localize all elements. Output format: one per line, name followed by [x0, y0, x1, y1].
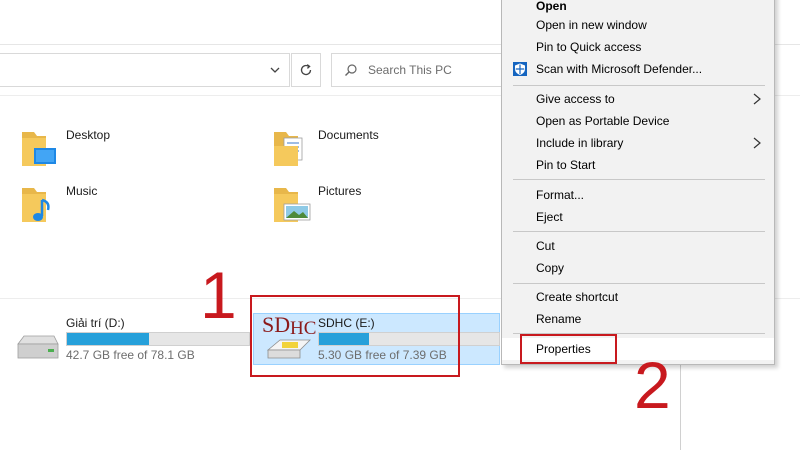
- menu-item-label: Cut: [536, 239, 555, 253]
- menu-item-label: Format...: [536, 188, 585, 202]
- pictures-folder-icon: [272, 182, 312, 228]
- music-folder-icon: [20, 182, 60, 228]
- chevron-down-icon[interactable]: [266, 60, 284, 80]
- search-icon: [345, 64, 357, 76]
- menu-item-open-portable[interactable]: Open as Portable Device: [502, 110, 774, 132]
- menu-separator: [513, 179, 765, 180]
- menu-item-label: Copy: [536, 261, 565, 275]
- menu-item-label: Open in new window: [536, 18, 647, 32]
- window-edge: [680, 365, 681, 450]
- documents-folder-icon: [272, 126, 312, 172]
- menu-item-pin-start[interactable]: Pin to Start: [502, 154, 774, 176]
- menu-item-format[interactable]: Format...: [502, 184, 774, 206]
- drive-usage-fill: [67, 333, 149, 345]
- menu-item-open-new-window[interactable]: Open in new window: [502, 14, 774, 36]
- annotation-highlight-properties: [520, 334, 617, 364]
- address-bar[interactable]: [0, 53, 290, 87]
- menu-item-label: Eject: [536, 210, 563, 224]
- annotation-step-1: 1: [200, 258, 237, 332]
- menu-item-label: Open: [536, 0, 567, 13]
- menu-separator: [513, 231, 765, 232]
- menu-item-pin-quick-access[interactable]: Pin to Quick access: [502, 36, 774, 58]
- chevron-right-icon: [753, 137, 761, 149]
- desktop-folder-icon: [20, 126, 60, 172]
- chevron-right-icon: [753, 93, 761, 105]
- context-menu: Open Open in new window Pin to Quick acc…: [501, 0, 775, 365]
- search-placeholder: Search This PC: [368, 63, 452, 77]
- menu-item-rename[interactable]: Rename: [502, 308, 774, 330]
- menu-item-label: Give access to: [536, 92, 615, 106]
- menu-item-give-access[interactable]: Give access to: [502, 88, 774, 110]
- annotation-highlight-drive: [250, 295, 460, 377]
- defender-shield-icon: [513, 62, 527, 76]
- folder-documents[interactable]: Documents: [272, 126, 379, 172]
- menu-item-copy[interactable]: Copy: [502, 257, 774, 279]
- menu-item-scan-defender[interactable]: Scan with Microsoft Defender...: [502, 58, 774, 80]
- folder-label: Music: [66, 184, 98, 198]
- refresh-icon: [300, 64, 312, 76]
- folder-label: Desktop: [66, 128, 111, 142]
- folder-label: Pictures: [318, 184, 362, 198]
- search-input[interactable]: Search This PC: [331, 53, 521, 87]
- menu-separator: [513, 85, 765, 86]
- menu-item-label: Create shortcut: [536, 290, 619, 304]
- menu-item-label: Pin to Quick access: [536, 40, 642, 54]
- menu-item-label: Scan with Microsoft Defender...: [536, 62, 703, 76]
- folder-desktop[interactable]: Desktop: [20, 126, 110, 172]
- menu-item-label: Open as Portable Device: [536, 114, 670, 128]
- drive-name: Giải trí (D:): [66, 316, 125, 330]
- drive-usage-bar: [66, 332, 250, 346]
- menu-item-eject[interactable]: Eject: [502, 206, 774, 228]
- menu-item-label: Include in library: [536, 136, 624, 150]
- menu-item-cut[interactable]: Cut: [502, 235, 774, 257]
- folder-label: Documents: [318, 128, 379, 142]
- folder-pictures[interactable]: Pictures: [272, 182, 361, 228]
- refresh-button[interactable]: [291, 53, 321, 87]
- menu-separator: [513, 283, 765, 284]
- menu-item-create-shortcut[interactable]: Create shortcut: [502, 286, 774, 308]
- annotation-step-2: 2: [634, 348, 671, 422]
- hard-drive-icon: [14, 334, 60, 365]
- menu-item-label: Pin to Start: [536, 158, 596, 172]
- drive-free-space: 42.7 GB free of 78.1 GB: [66, 348, 195, 362]
- menu-item-label: Rename: [536, 312, 582, 326]
- menu-item-include-library[interactable]: Include in library: [502, 132, 774, 154]
- folder-music[interactable]: Music: [20, 182, 97, 228]
